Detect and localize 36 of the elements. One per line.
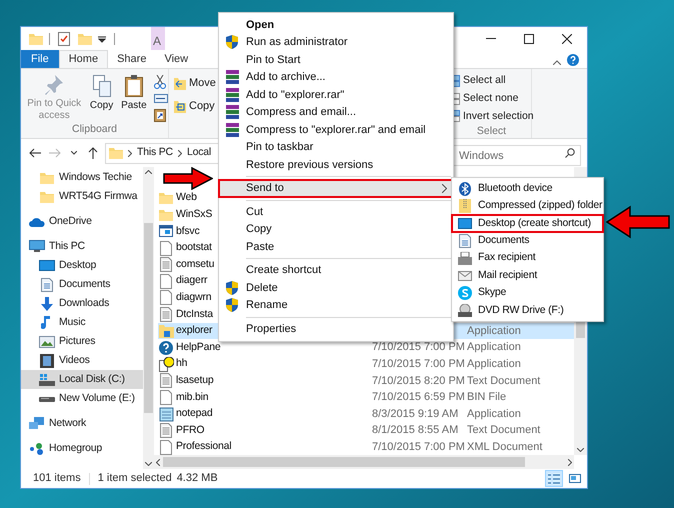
file-date: 7/10/2015 7:00 PM — [372, 340, 466, 356]
file-date: 8/1/2015 8:55 AM — [372, 423, 460, 438]
file-type: Text Document — [467, 423, 542, 438]
file-name: comsetu — [176, 256, 214, 272]
file-type: Application — [467, 406, 522, 422]
file-name: Professional — [176, 439, 232, 454]
file-name: bfsvc — [176, 224, 200, 239]
file-name: diagerr — [176, 273, 208, 288]
selection-size: 4.32 MB — [176, 471, 218, 486]
file-date: 7/10/2015 7:00 PM — [372, 440, 466, 455]
file-date: 7/10/2015 7:00 PM — [372, 356, 466, 372]
file-type: BIN File — [467, 390, 508, 406]
file-date: 7/10/2015 8:20 PM — [372, 374, 466, 389]
file-name: bootstat — [176, 240, 212, 256]
file-name: mib.bin — [176, 390, 208, 405]
file-name: diagwrn — [176, 290, 212, 305]
file-name: explorer — [176, 323, 212, 338]
group-label: Select — [476, 124, 508, 140]
file-name: hh — [176, 356, 188, 372]
file-name: WinSxS — [176, 207, 212, 222]
file-name: notepad — [176, 406, 213, 422]
file-name: PFRO — [176, 422, 204, 438]
file-date: 8/3/2015 9:19 AM — [372, 406, 460, 422]
file-name: Web — [176, 190, 197, 206]
file-date: 7/10/2015 6:59 PM — [372, 390, 466, 406]
selection-count: 1 item selected — [98, 471, 172, 486]
file-name: DtcInsta — [176, 306, 213, 322]
file-type: Application — [467, 356, 522, 372]
file-name: lsasetup — [176, 372, 214, 388]
file-type: XML Document — [467, 440, 544, 455]
item-count: 101 items — [33, 471, 81, 486]
file-type: Application — [467, 340, 522, 356]
file-name: HelpPane — [176, 340, 221, 355]
file-type: Text Document — [467, 374, 542, 389]
group-label: Clipboard — [71, 122, 118, 137]
file-type: Application — [467, 324, 522, 339]
